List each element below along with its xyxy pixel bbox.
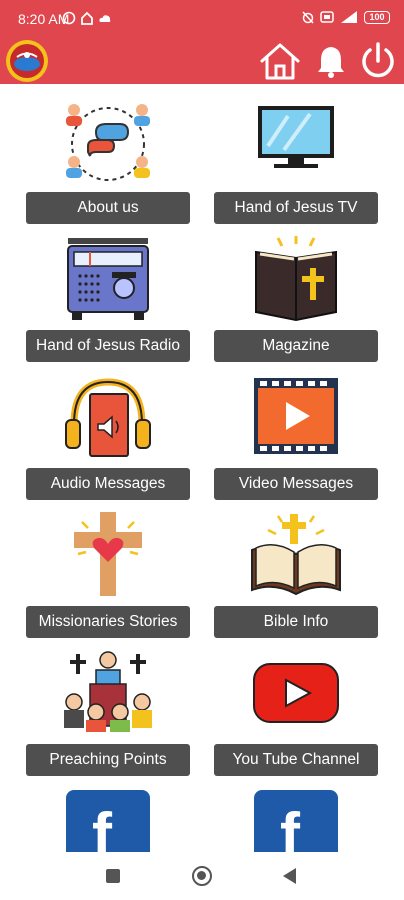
tile-label: Missionaries Stories xyxy=(26,606,190,638)
tile-preaching-points[interactable]: Preaching Points xyxy=(26,648,190,778)
system-nav-bar xyxy=(0,852,404,900)
signal-icon xyxy=(341,11,357,23)
home-icon[interactable] xyxy=(258,40,302,82)
status-bar: 8:20 AM 100 xyxy=(0,0,404,38)
recents-icon[interactable] xyxy=(106,869,120,883)
preacher-icon xyxy=(64,651,152,732)
tile-magazine[interactable]: Magazine xyxy=(214,234,378,364)
tile-missionaries-stories[interactable]: Missionaries Stories xyxy=(26,510,190,640)
tv-icon xyxy=(258,106,334,168)
tile-about-us[interactable]: About us xyxy=(26,96,190,226)
tile-label: You Tube Channel xyxy=(214,744,378,776)
tile-hand-of-jesus-tv[interactable]: Hand of Jesus TV xyxy=(214,96,378,226)
tile-label: About us xyxy=(26,192,190,224)
tile-youtube-channel[interactable]: You Tube Channel xyxy=(214,648,378,778)
tile-label: Magazine xyxy=(214,330,378,362)
home-circle-icon[interactable] xyxy=(192,866,212,886)
back-icon[interactable] xyxy=(283,868,296,884)
radio-icon xyxy=(67,238,149,320)
facebook-icon: f xyxy=(92,801,112,852)
bible-book-icon xyxy=(255,236,337,322)
volte-icon xyxy=(320,11,334,23)
youtube-icon xyxy=(253,663,339,723)
video-film-icon xyxy=(254,378,338,454)
tile-label: Bible Info xyxy=(214,606,378,638)
people-chat-icon xyxy=(66,104,150,181)
power-icon[interactable] xyxy=(358,41,398,81)
home-notification-icon xyxy=(81,11,93,25)
bell-icon[interactable] xyxy=(314,42,348,80)
app-logo[interactable] xyxy=(3,38,51,84)
tile-label: Hand of Jesus Radio xyxy=(26,330,190,362)
battery-level: 100 xyxy=(369,12,385,22)
battery-icon: 100 xyxy=(364,10,390,24)
tile-hand-of-jesus-radio[interactable]: Hand of Jesus Radio xyxy=(26,234,190,364)
tile-label: Video Messages xyxy=(214,468,378,500)
tile-audio-messages[interactable]: Audio Messages xyxy=(26,372,190,502)
app-bar xyxy=(0,38,404,84)
cloud-icon xyxy=(99,15,111,22)
headphones-icon xyxy=(65,378,151,457)
tile-facebook-left[interactable]: f xyxy=(66,790,150,852)
facebook-icon: f xyxy=(280,801,300,852)
tile-label: Audio Messages xyxy=(26,468,190,500)
tile-video-messages[interactable]: Video Messages xyxy=(214,372,378,502)
cross-heart-icon xyxy=(74,512,142,596)
tile-facebook-right[interactable]: f xyxy=(254,790,338,852)
whatsapp-icon xyxy=(62,11,76,25)
tile-label: Preaching Points xyxy=(26,744,190,776)
tile-bible-info[interactable]: Bible Info xyxy=(214,510,378,640)
open-bible-icon xyxy=(251,514,341,596)
alarm-off-icon xyxy=(302,11,314,24)
tile-label: Hand of Jesus TV xyxy=(214,192,378,224)
